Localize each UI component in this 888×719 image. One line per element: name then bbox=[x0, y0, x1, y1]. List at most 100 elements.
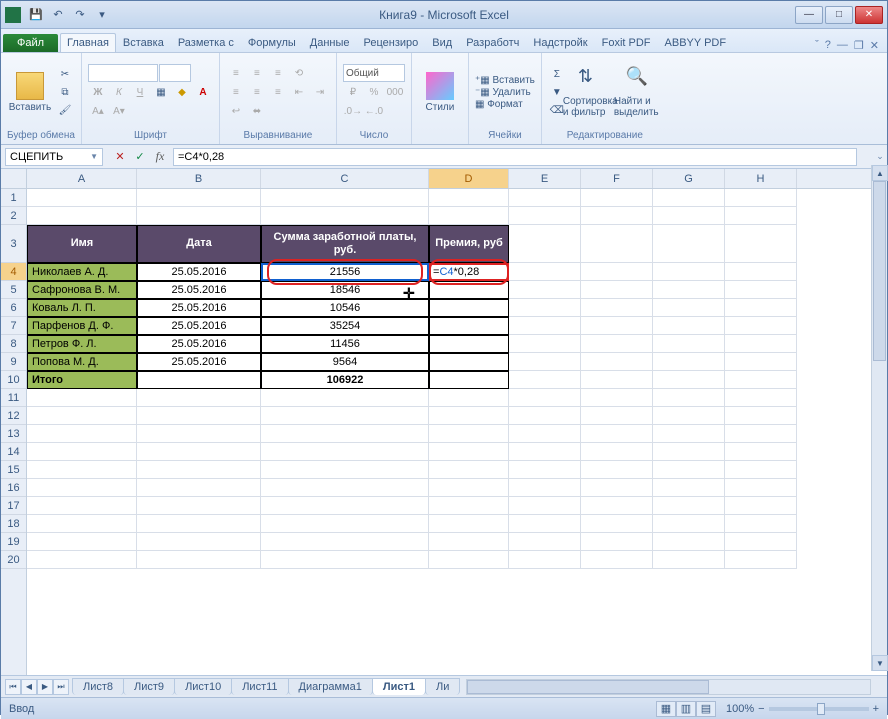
cell-E15[interactable] bbox=[509, 461, 581, 479]
cell-D6[interactable] bbox=[429, 299, 509, 317]
save-icon[interactable]: 💾 bbox=[27, 6, 45, 24]
cell-A11[interactable] bbox=[27, 389, 137, 407]
horizontal-scrollbar[interactable] bbox=[466, 679, 871, 695]
font-color-button[interactable]: A bbox=[193, 83, 213, 101]
cell-B12[interactable] bbox=[137, 407, 261, 425]
fill-color-button[interactable]: ◆ bbox=[172, 83, 192, 101]
cell-D7[interactable] bbox=[429, 317, 509, 335]
cell-E18[interactable] bbox=[509, 515, 581, 533]
orientation-icon[interactable]: ⟲ bbox=[289, 64, 309, 82]
cell-C13[interactable] bbox=[261, 425, 429, 443]
formula-expand-icon[interactable]: ⌄ bbox=[873, 151, 887, 162]
rowhdr-17[interactable]: 17 bbox=[1, 497, 26, 515]
hdr-name[interactable]: Имя bbox=[27, 225, 137, 263]
cell-D8[interactable] bbox=[429, 335, 509, 353]
cell-B20[interactable] bbox=[137, 551, 261, 569]
rowhdr-1[interactable]: 1 bbox=[1, 189, 26, 207]
cell-A13[interactable] bbox=[27, 425, 137, 443]
colhdr-D[interactable]: D bbox=[429, 169, 509, 188]
rowhdr-8[interactable]: 8 bbox=[1, 335, 26, 353]
qat-dropdown-icon[interactable]: ▾ bbox=[93, 6, 111, 24]
tab-addins[interactable]: Надстройк bbox=[526, 33, 594, 52]
indent-dec-icon[interactable]: ⇤ bbox=[289, 83, 309, 101]
cell-D16[interactable] bbox=[429, 479, 509, 497]
cut-icon[interactable]: ✂ bbox=[56, 66, 74, 82]
cell-H12[interactable] bbox=[725, 407, 797, 425]
cell-F12[interactable] bbox=[581, 407, 653, 425]
colhdr-H[interactable]: H bbox=[725, 169, 797, 188]
rowhdr-5[interactable]: 5 bbox=[1, 281, 26, 299]
align-top-icon[interactable]: ≡ bbox=[226, 64, 246, 82]
sheet-nav-first[interactable]: ⏮ bbox=[5, 679, 21, 695]
cell-E11[interactable] bbox=[509, 389, 581, 407]
cell-F17[interactable] bbox=[581, 497, 653, 515]
rowhdr-20[interactable]: 20 bbox=[1, 551, 26, 569]
vscroll-thumb[interactable] bbox=[873, 181, 886, 361]
hdr-bonus[interactable]: Премия, руб bbox=[429, 225, 509, 263]
cell-A9[interactable]: Попова М. Д. bbox=[27, 353, 137, 371]
cell-A8[interactable]: Петров Ф. Л. bbox=[27, 335, 137, 353]
shrink-font-button[interactable]: A▾ bbox=[109, 102, 129, 120]
italic-button[interactable]: К bbox=[109, 83, 129, 101]
cell-F13[interactable] bbox=[581, 425, 653, 443]
cell-A15[interactable] bbox=[27, 461, 137, 479]
cell-A20[interactable] bbox=[27, 551, 137, 569]
cell-A4[interactable]: Николаев А. Д. bbox=[27, 263, 137, 281]
styles-button[interactable]: Стили bbox=[418, 72, 462, 113]
dec-decimal-icon[interactable]: ←.0 bbox=[364, 102, 384, 120]
tab-foxit[interactable]: Foxit PDF bbox=[595, 33, 658, 52]
insert-cells-button[interactable]: ⁺▦ Вставить bbox=[475, 75, 535, 86]
zoom-slider[interactable] bbox=[769, 707, 869, 711]
cell-G20[interactable] bbox=[653, 551, 725, 569]
cell-F11[interactable] bbox=[581, 389, 653, 407]
doc-min-icon[interactable]: — bbox=[837, 39, 848, 52]
cell-C18[interactable] bbox=[261, 515, 429, 533]
colhdr-E[interactable]: E bbox=[509, 169, 581, 188]
sheet-nav-prev[interactable]: ◀ bbox=[21, 679, 37, 695]
colhdr-F[interactable]: F bbox=[581, 169, 653, 188]
name-box[interactable]: СЦЕПИТЬ ▼ bbox=[5, 148, 103, 166]
cells-area[interactable]: Имя Дата Сумма заработной платы, руб. Пр… bbox=[27, 189, 887, 569]
wrap-text-icon[interactable]: ↩ bbox=[226, 102, 246, 120]
align-bottom-icon[interactable]: ≡ bbox=[268, 64, 288, 82]
cell-E20[interactable] bbox=[509, 551, 581, 569]
sheet-nav-next[interactable]: ▶ bbox=[37, 679, 53, 695]
cell-C5[interactable]: 18546 bbox=[261, 281, 429, 299]
cell-D9[interactable] bbox=[429, 353, 509, 371]
cell-C12[interactable] bbox=[261, 407, 429, 425]
cell-A12[interactable] bbox=[27, 407, 137, 425]
cell-G17[interactable] bbox=[653, 497, 725, 515]
cell-D18[interactable] bbox=[429, 515, 509, 533]
colhdr-A[interactable]: A bbox=[27, 169, 137, 188]
rowhdr-12[interactable]: 12 bbox=[1, 407, 26, 425]
zoom-out-button[interactable]: − bbox=[758, 703, 764, 715]
cell-G15[interactable] bbox=[653, 461, 725, 479]
rowhdr-15[interactable]: 15 bbox=[1, 461, 26, 479]
cell-F20[interactable] bbox=[581, 551, 653, 569]
sheet-tab[interactable]: Диаграмма1 bbox=[288, 678, 373, 695]
cell-G12[interactable] bbox=[653, 407, 725, 425]
copy-icon[interactable]: ⧉ bbox=[56, 84, 74, 100]
tab-insert[interactable]: Вставка bbox=[116, 33, 171, 52]
rowhdr-18[interactable]: 18 bbox=[1, 515, 26, 533]
maximize-button[interactable]: □ bbox=[825, 6, 853, 24]
rowhdr-10[interactable]: 10 bbox=[1, 371, 26, 389]
cell-C14[interactable] bbox=[261, 443, 429, 461]
rowhdr-7[interactable]: 7 bbox=[1, 317, 26, 335]
cell-D17[interactable] bbox=[429, 497, 509, 515]
align-middle-icon[interactable]: ≡ bbox=[247, 64, 267, 82]
border-button[interactable]: ▦ bbox=[151, 83, 171, 101]
indent-inc-icon[interactable]: ⇥ bbox=[310, 83, 330, 101]
cell-H18[interactable] bbox=[725, 515, 797, 533]
rowhdr-2[interactable]: 2 bbox=[1, 207, 26, 225]
cell-A17[interactable] bbox=[27, 497, 137, 515]
sheet-tab[interactable]: Ли bbox=[425, 678, 460, 695]
file-tab[interactable]: Файл bbox=[3, 34, 58, 52]
autosum-icon[interactable]: Σ bbox=[548, 66, 566, 82]
cell-C7[interactable]: 35254 bbox=[261, 317, 429, 335]
number-format-box[interactable]: Общий bbox=[343, 64, 405, 82]
cell-E14[interactable] bbox=[509, 443, 581, 461]
namebox-dropdown-icon[interactable]: ▼ bbox=[90, 152, 98, 161]
undo-icon[interactable]: ↶ bbox=[49, 6, 67, 24]
colhdr-G[interactable]: G bbox=[653, 169, 725, 188]
